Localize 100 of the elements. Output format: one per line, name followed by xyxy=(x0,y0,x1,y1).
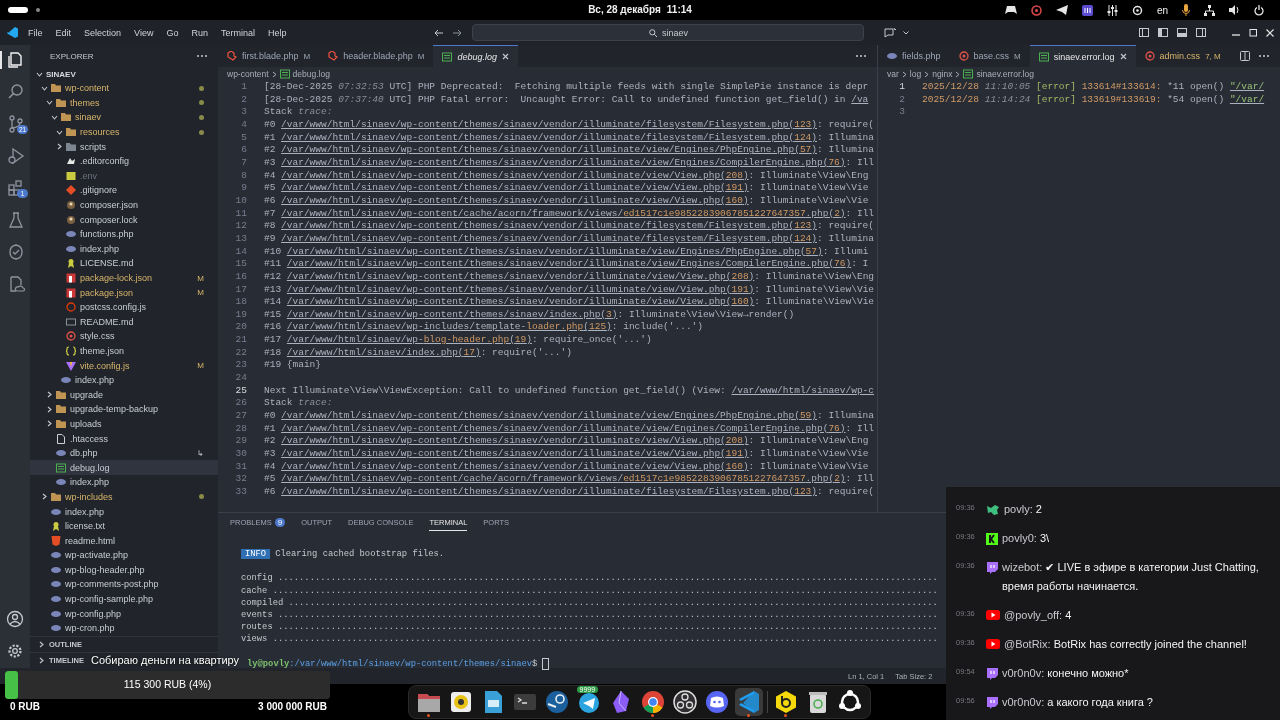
chevron-icon[interactable] xyxy=(45,420,53,428)
editor-tab[interactable]: base.css M xyxy=(949,45,1030,67)
tree-item[interactable]: package.json M xyxy=(30,285,218,300)
tree-item[interactable]: themes xyxy=(30,95,218,111)
file-path-link[interactable]: /var/www/html/sinaev/wp-content/themes/sinaev/vendor/illuminate/view/Engines/CompilerEngine.php(76) xyxy=(286,258,852,270)
tree-item[interactable]: readme.html xyxy=(30,533,218,548)
files-icon[interactable] xyxy=(7,51,25,69)
file-path-link[interactable]: /var/www/html/sinaev/wp-content/themes/sinaev/vendor/illuminate/view/View.php(208) xyxy=(281,169,749,181)
tree-item[interactable]: index.php xyxy=(30,241,218,257)
tree-item[interactable]: db.php ↳ xyxy=(30,445,218,461)
file-path-link[interactable]: /var/www/html/sinaev/wp-content/themes/sinaev/vendor/illuminate/view/Engines/PhpEngine.php(57) xyxy=(281,144,817,156)
source-control-icon[interactable] xyxy=(7,115,25,133)
tree-item[interactable]: composer.lock xyxy=(30,212,218,227)
tree-item[interactable]: composer.json xyxy=(30,197,218,213)
tree-item[interactable]: wp-content xyxy=(30,81,218,96)
extensions-icon[interactable] xyxy=(7,179,25,197)
close-icon[interactable] xyxy=(1266,28,1274,37)
file-path-link[interactable]: /var/www/html/sinaev/wp-content/themes/sinaev/vendor/illuminate/filesystem/Filesystem.php(124) xyxy=(281,131,817,143)
editor-tab[interactable]: header.blade.php M xyxy=(319,45,434,67)
tree-item[interactable]: sinaev xyxy=(30,110,218,125)
circle-icon[interactable] xyxy=(1030,4,1042,16)
tree-item[interactable]: wp-config-sample.php xyxy=(30,591,218,607)
file-path-link[interactable]: /var/www/html/sinaev/wp-content/themes/sinaev/vendor/illuminate/view/Engines/CompilerEngine.php(76) xyxy=(281,156,846,168)
tree-item[interactable]: wp-blog-header.php xyxy=(30,562,218,578)
chevron-icon[interactable] xyxy=(40,493,48,501)
file-path-link[interactable]: /var/www/html/sinaev/wp-content/themes/sinaev/vendor/illuminate/view/View.php(191) xyxy=(286,283,755,295)
flask-icon[interactable] xyxy=(7,211,25,229)
file-path-link[interactable]: /var/www/html/sinaev/wp-content/themes/sinaev/vendor/illuminate/view/View.php(191) xyxy=(281,182,749,194)
breadcrumb-item[interactable]: nginx xyxy=(932,69,953,79)
file-path-link[interactable]: /var/www/html/sinaev/wp-content/themes/sinaev/vendor/illuminate/filesystem/Filesystem.php(123) xyxy=(281,220,817,232)
file-path-link[interactable]: /var/www/html/sinaev/wp-content/cache/acorn/framework/views/ed1517c1e98522839067851227647357.php(2) xyxy=(281,473,846,485)
search-icon[interactable] xyxy=(7,83,25,101)
forward-icon[interactable] xyxy=(452,28,463,37)
file-path-link[interactable]: /var/www/html/sinaev/wp-blog-header.php(19) xyxy=(286,334,532,346)
menu-item[interactable]: View xyxy=(134,27,154,38)
chevron-icon[interactable] xyxy=(50,114,58,121)
tree-item[interactable]: theme.json xyxy=(30,343,218,359)
file-path-link[interactable]: /va xyxy=(851,93,869,105)
tree-item[interactable]: wp-includes xyxy=(30,489,218,505)
tree-item[interactable]: postcss.config.js xyxy=(30,299,218,315)
tree-item[interactable]: license.txt xyxy=(30,518,218,534)
tree-item[interactable]: .gitignore xyxy=(30,183,218,198)
tree-item[interactable]: upgrade xyxy=(30,387,218,403)
app-icon[interactable] xyxy=(670,688,699,716)
secondary-sidebar-icon[interactable] xyxy=(1196,28,1206,37)
close-icon[interactable] xyxy=(502,53,509,60)
folder-title[interactable]: SINAEV xyxy=(46,69,76,79)
file-path-link[interactable]: /var/www/html/sinaev/wp-content/themes/sinaev/vendor/illuminate/view/View.php(191) xyxy=(281,448,749,460)
chevron-icon[interactable] xyxy=(45,391,53,399)
chevron-icon[interactable] xyxy=(45,405,53,413)
run-debug-icon[interactable] xyxy=(7,147,25,165)
menu-item[interactable]: File xyxy=(28,27,43,38)
split-editor-icon[interactable] xyxy=(1240,51,1250,61)
menu-item[interactable]: Go xyxy=(166,27,179,38)
keyboard-layout[interactable]: en xyxy=(1156,4,1168,16)
file-path-link[interactable]: /var/www/html/sinaev/wp-content/themes/sinaev/vendor/illuminate/view/Engines/CompilerEngine.php(76) xyxy=(281,422,846,434)
menu-item[interactable]: Help xyxy=(267,27,287,38)
breadcrumb-item[interactable]: sinaev.error.log xyxy=(963,69,1034,79)
tree-item[interactable]: wp-activate.php xyxy=(30,548,218,563)
tree-item[interactable]: .editorconfig xyxy=(30,153,218,169)
editor-tab[interactable]: sinaev.error.log xyxy=(1029,45,1136,67)
editor-tab[interactable]: fields.php xyxy=(878,45,950,67)
back-icon[interactable] xyxy=(434,28,445,37)
panel-toggle-icon[interactable] xyxy=(1177,28,1187,37)
menu-item[interactable]: Run xyxy=(191,27,208,38)
chevron-icon[interactable] xyxy=(40,84,48,92)
breadcrumb-item[interactable]: var xyxy=(887,69,899,79)
tree-item[interactable]: debug.log xyxy=(30,460,218,476)
file-path-link[interactable]: /var/www/html/sinaev/wp-content/themes/sinaev/vendor/illuminate/view/Engines/PhpEngine.php(59) xyxy=(281,410,817,422)
chevron-icon[interactable] xyxy=(45,99,53,107)
breadcrumb-item[interactable]: debug.log xyxy=(279,69,330,79)
more-icon[interactable] xyxy=(196,54,208,58)
file-path-link[interactable]: /var/www/html/sinaev/wp-content/themes/sinaev/vendor/illuminate/view/View.php(208) xyxy=(286,270,755,282)
file-path-link[interactable]: /var/www/html/sinaev/wp-content/themes/sinaev/vendor/illuminate/view/Engines/PhpEngine.php(57) xyxy=(286,245,823,257)
editor-tab[interactable]: admin.css 7, M xyxy=(1135,45,1230,67)
file-path-link[interactable]: /var/www/html/sinaev/wp-includes/template-loader.php(125) xyxy=(286,321,612,333)
chevron-icon[interactable] xyxy=(38,641,45,648)
power-icon[interactable] xyxy=(1254,4,1264,16)
network-icon[interactable] xyxy=(1204,4,1215,16)
command-center[interactable]: sinaev xyxy=(472,24,865,41)
microphone-icon[interactable] xyxy=(1182,4,1190,16)
clock[interactable]: Вс, 28 декабря 11:14 xyxy=(588,4,692,15)
file-path-link[interactable]: /var/www/html/sinaev/wp-content/themes/sinaev/vendor/illuminate/filesystem/Filesystem.php(123) xyxy=(281,486,817,497)
tree-item[interactable]: wp-cron.php xyxy=(30,620,218,636)
chevron-icon[interactable] xyxy=(55,143,63,151)
tree-item[interactable]: uploads xyxy=(30,416,218,432)
editor-tab[interactable]: first.blade.php M xyxy=(218,45,320,67)
tree-item[interactable]: LICENSE.md xyxy=(30,256,218,271)
more-icon[interactable] xyxy=(1258,54,1270,58)
file-path-link[interactable]: /var/www/html/sinaev/wp-content/themes/sinaev/vendor/illuminate/view/View.php(160) xyxy=(281,194,749,206)
chevron-icon[interactable] xyxy=(38,657,45,664)
chevron-icon[interactable] xyxy=(55,128,63,136)
file-path-link[interactable]: "/var/ xyxy=(1229,93,1265,105)
tree-item[interactable]: index.php xyxy=(30,372,218,388)
tree-item[interactable]: vite.config.js M xyxy=(30,358,218,373)
tree-item[interactable]: scripts xyxy=(30,139,218,154)
sidebar-toggle-icon[interactable] xyxy=(1158,28,1168,37)
close-icon[interactable] xyxy=(1119,53,1127,60)
tree-item[interactable]: style.css xyxy=(30,329,218,344)
maximize-icon[interactable] xyxy=(1249,28,1257,37)
